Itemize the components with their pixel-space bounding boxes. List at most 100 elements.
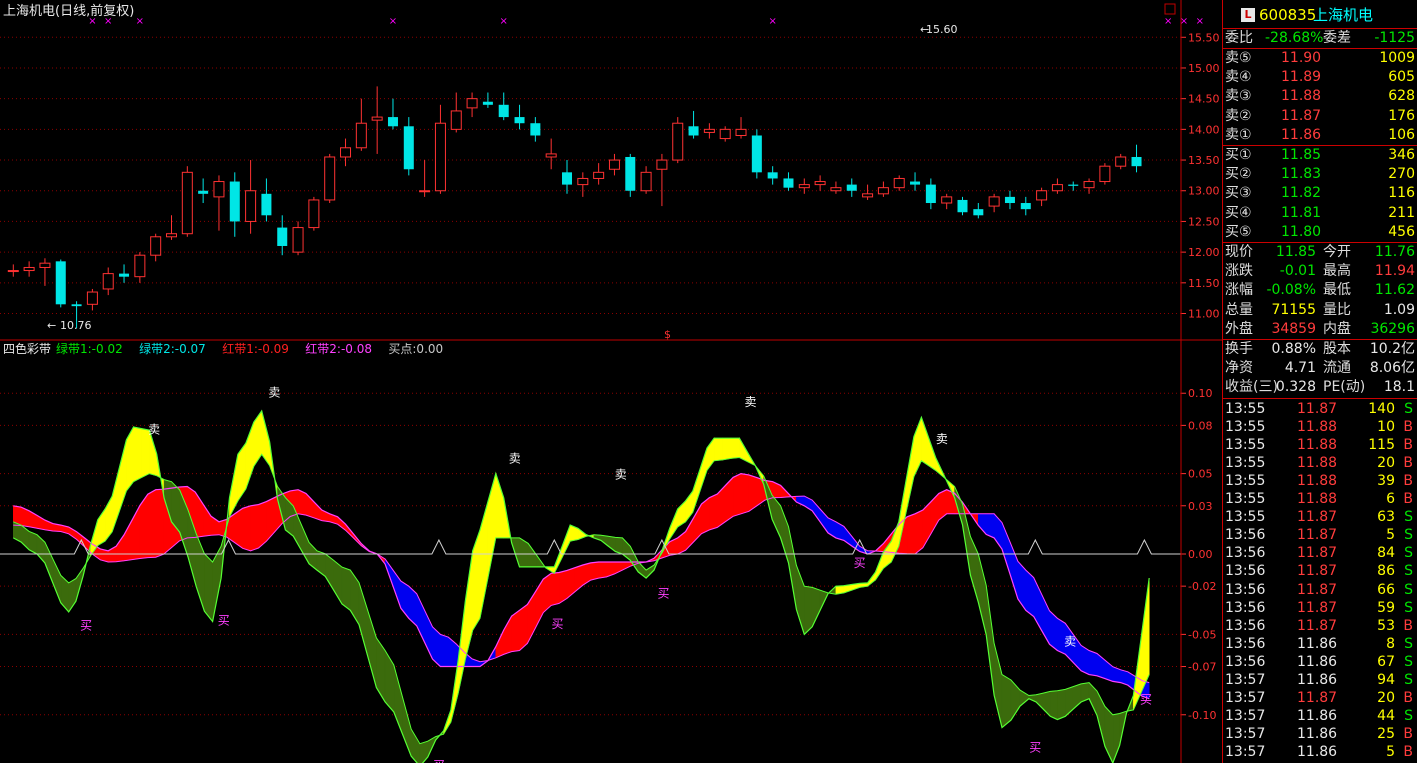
buy-signal-label: 买 [218,614,230,628]
divider [1223,398,1417,399]
tick-side: S [1404,581,1413,598]
ask-volume: 1009 [1379,50,1415,66]
candle-body [277,227,288,246]
candle-body [925,184,936,204]
candle-body [482,101,493,105]
candle-body [134,254,146,278]
top-marker: × [768,16,776,27]
tick-volume: 63 [1377,509,1395,526]
candle-body [39,262,51,268]
quote-stat-row: 总量 71155 量比 1.09 [1225,301,1415,320]
indicator-tick-label: 0.00 [1188,548,1213,561]
bid-price: 11.83 [1281,166,1322,183]
chart-area[interactable]: 卖卖卖卖卖卖卖买买买买买买买买 ××××××××× 15.5015.0014.5… [0,0,1222,763]
tick-time: 13:56 [1225,599,1266,616]
candle-body [988,196,1000,207]
tick-volume: 94 [1377,671,1395,688]
tick-side: B [1403,689,1413,706]
legend-entry: 绿带2:-0.07 [139,341,206,356]
kline-chart[interactable]: 卖卖卖卖卖卖卖买买买买买买买买 ××××××××× 15.5015.0014.5… [0,0,1222,763]
stat-label: 最低 [1323,282,1351,299]
tick-volume: 20 [1377,455,1395,472]
tick-row: 13:55 11.88 6 B [1225,490,1415,509]
red-blue-band-segment [906,513,916,555]
market-badge: L [1241,8,1255,22]
indicator-tick-label: 0.08 [1188,419,1213,432]
yellow-green-band-segment [722,437,732,461]
candle-body [562,172,572,185]
candle-body [23,266,35,272]
top-marker: × [389,16,397,27]
yellow-green-band-segment [133,426,142,483]
indicator-tick-label: -0.05 [1188,628,1216,641]
stat-value: 11.94 [1374,263,1415,280]
candle-body [846,184,857,191]
candle-body [688,126,699,136]
tick-row: 13:56 11.86 67 S [1225,653,1415,672]
fund-label: 净资 [1225,360,1253,377]
tick-price: 11.88 [1297,455,1338,472]
ask-label: 卖③ [1225,88,1252,105]
candle-body [1051,184,1063,192]
indicator-tick-label: 0.05 [1188,468,1213,481]
tick-row: 13:56 11.87 53 B [1225,617,1415,636]
ask-level: 卖① 11.86 106 [1225,126,1415,145]
tick-row: 13:55 11.88 115 B [1225,436,1415,455]
candle-body [55,261,66,305]
red-blue-band-segment [511,609,520,652]
candle-body [1004,196,1015,204]
price-tick-label: 15.00 [1188,62,1220,75]
candle-body [640,171,652,192]
tick-volume: 25 [1377,725,1395,742]
tick-price: 11.86 [1297,653,1338,670]
tick-time: 13:56 [1225,527,1266,544]
price-tick-label: 12.00 [1188,246,1220,259]
quote-stat-row: 现价 11.85 今开 11.76 [1225,243,1415,262]
red-blue-band-segment [250,504,259,552]
buy-signal-label: 买 [1029,741,1041,755]
candle-body [355,122,367,149]
stat-label: 涨跌 [1225,263,1253,280]
candle-body [893,177,905,189]
top-marker: × [136,16,144,27]
ask-price: 11.90 [1281,50,1322,66]
legend-entry: 买点:0.00 [388,342,443,356]
yellow-green-band-segment [730,437,740,459]
bid-level: 买① 11.85 346 [1225,146,1415,165]
stat-value: 11.76 [1374,244,1415,260]
tick-side: B [1403,419,1413,436]
bid-level: 买② 11.83 270 [1225,165,1415,184]
candle-body [403,126,414,170]
candle-body [1068,184,1079,186]
tick-row: 13:57 11.86 25 B [1225,725,1415,744]
yellow-green-band-segment [1057,689,1066,721]
candle-body [198,190,209,194]
candle-body [1020,203,1031,210]
tick-time: 13:55 [1225,401,1266,417]
ask-label: 卖① [1225,126,1252,143]
candle-body [387,117,398,127]
tick-time: 13:56 [1225,545,1266,562]
bid-volume: 211 [1388,204,1415,221]
tick-row: 13:57 11.86 44 S [1225,707,1415,726]
red-blue-band-segment [234,507,243,549]
tick-volume: 39 [1377,473,1395,490]
tick-price: 11.87 [1297,581,1338,598]
tick-volume: 20 [1377,689,1395,706]
price-tick-label: 12.50 [1188,215,1220,228]
bid-price: 11.85 [1281,147,1322,163]
candle-body [973,209,984,216]
peak-label: 15.60 [926,23,958,36]
ask-volume: 176 [1388,107,1415,124]
ask-level: 卖② 11.87 176 [1225,107,1415,126]
tick-price: 11.86 [1297,671,1338,688]
tick-row: 13:56 11.87 84 S [1225,544,1415,563]
red-blue-band-segment [440,633,449,667]
indicator-tick-label: -0.07 [1188,661,1216,674]
tick-time: 13:55 [1225,473,1266,490]
candle-body [751,135,762,173]
red-blue-band-segment [550,572,560,606]
stat-value: 1.09 [1383,301,1415,318]
candle-body [166,233,177,238]
tick-volume: 53 [1377,617,1395,634]
